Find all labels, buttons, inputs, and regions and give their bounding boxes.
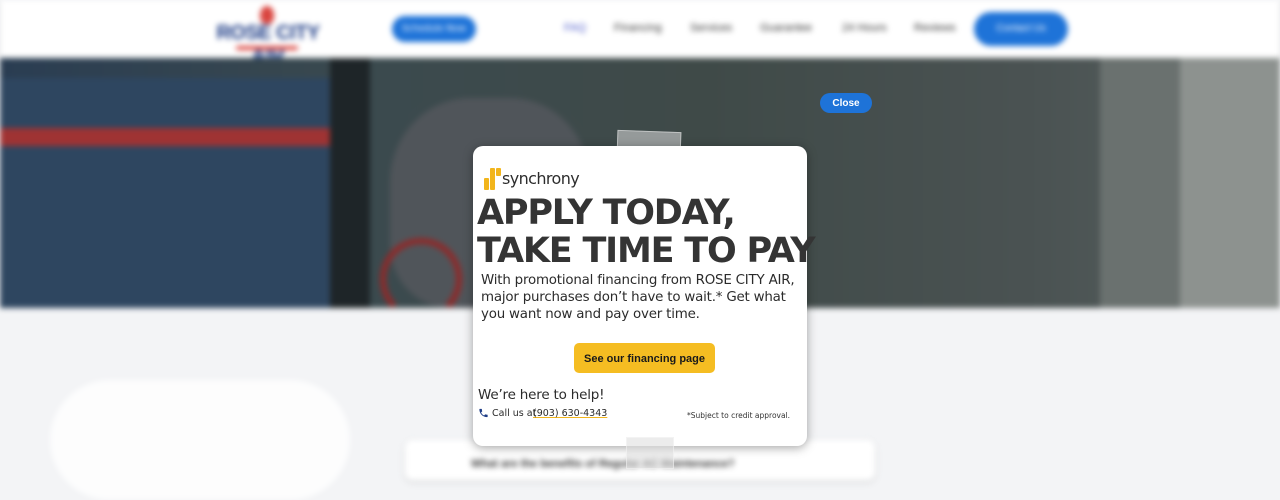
nav-item-guarantee[interactable]: Guarantee (760, 22, 812, 34)
background-blob (50, 380, 350, 500)
popup-headline: APPLY TODAY, TAKE TIME TO PAY (477, 193, 816, 271)
nav-item-faq[interactable]: FAQ (564, 22, 586, 34)
help-title: We’re here to help! (478, 387, 605, 403)
hero-vest (0, 78, 340, 308)
close-button[interactable]: Close (820, 93, 872, 113)
headline-line-1: APPLY TODAY, (477, 193, 736, 233)
financing-popup: synchrony APPLY TODAY, TAKE TIME TO PAY … (473, 146, 816, 446)
hero-shadow (330, 58, 370, 308)
phone-link[interactable]: (903) 630-4343 (533, 408, 607, 419)
call-label: Call us at (492, 408, 537, 419)
headline-line-2: TAKE TIME TO PAY (477, 231, 816, 271)
popup-body-text: With promotional financing from ROSE CIT… (481, 273, 795, 322)
schedule-button[interactable]: Schedule Now (392, 16, 476, 42)
nav-item-financing[interactable]: Financing (614, 22, 662, 34)
hero-panel-light (1180, 58, 1280, 308)
nav-item-reviews[interactable]: Reviews (914, 22, 956, 34)
synchrony-wordmark: synchrony (502, 169, 580, 188)
tape-decoration-bottom (626, 437, 674, 469)
site-header: ROSE CITY AIR Schedule Now FAQ Financing… (0, 0, 1280, 67)
nav-item-24-hours[interactable]: 24 Hours (842, 22, 887, 34)
hero-red-stripe (0, 128, 360, 146)
contact-us-button[interactable]: Contact Us (974, 12, 1068, 46)
nav-item-services[interactable]: Services (690, 22, 732, 34)
credit-disclaimer: *Subject to credit approval. (687, 411, 791, 420)
hero-wire (380, 238, 462, 320)
logo-underline (236, 46, 298, 50)
synchrony-logo-icon (482, 168, 502, 190)
hero-panel (1100, 58, 1180, 308)
site-logo[interactable]: ROSE CITY AIR (214, 4, 322, 67)
faq-question: What are the benefits of Regular AC Main… (471, 458, 735, 470)
phone-icon (479, 408, 488, 418)
financing-page-button[interactable]: See our financing page (574, 343, 715, 373)
